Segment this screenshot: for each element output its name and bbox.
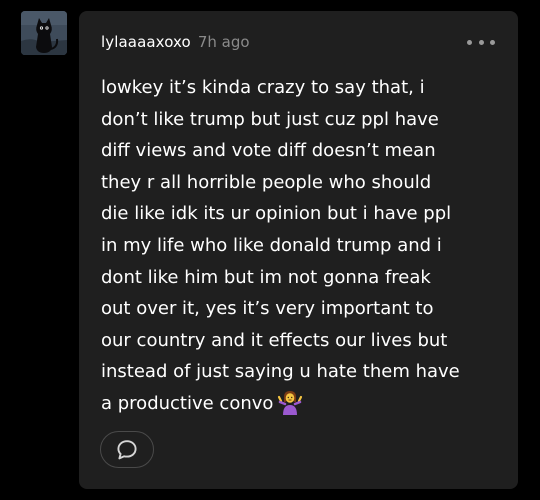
comment-line-text: a productive convo <box>101 392 274 414</box>
comment-line: out over it, yes it’s very important to <box>101 298 434 320</box>
comment-card: lylaaaaxoxo 7h ago lowkey it’s kinda cra… <box>79 11 518 489</box>
comment-body: lowkey it’s kinda crazy to say that, i d… <box>101 72 505 420</box>
comment-line-last: a productive convo <box>101 388 505 420</box>
dot <box>467 39 472 45</box>
black-cat-avatar-icon <box>21 11 67 55</box>
comment-line: instead of just saying u hate them have <box>101 361 460 383</box>
comment-thread: lylaaaaxoxo 7h ago lowkey it’s kinda cra… <box>0 0 540 500</box>
username[interactable]: lylaaaaxoxo <box>101 33 191 51</box>
dot <box>490 39 495 45</box>
comment-line: in my life who like donald trump and i <box>101 234 442 256</box>
comment-line: lowkey it’s kinda crazy to say that, i <box>101 77 425 98</box>
comment-line: die like idk its ur opinion but i have p… <box>101 203 452 225</box>
speech-bubble-icon <box>117 439 137 459</box>
comment-line: diff views and vote diff doesn’t mean <box>101 140 436 162</box>
more-options-icon[interactable] <box>467 35 495 49</box>
comment-header: lylaaaaxoxo 7h ago <box>101 33 250 55</box>
avatar[interactable] <box>21 11 67 55</box>
person-shrugging-emoji-icon <box>277 389 303 415</box>
comment-line: our country and it effects our lives but <box>101 329 448 351</box>
comment-line: they r all horrible people who should <box>101 171 432 193</box>
comment-line: dont like him but im not gonna freak <box>101 266 431 288</box>
reply-button[interactable] <box>100 431 154 468</box>
dot <box>478 39 484 45</box>
timestamp: 7h ago <box>197 33 250 51</box>
comment-line: don’t like trump but just cuz ppl have <box>101 108 439 130</box>
